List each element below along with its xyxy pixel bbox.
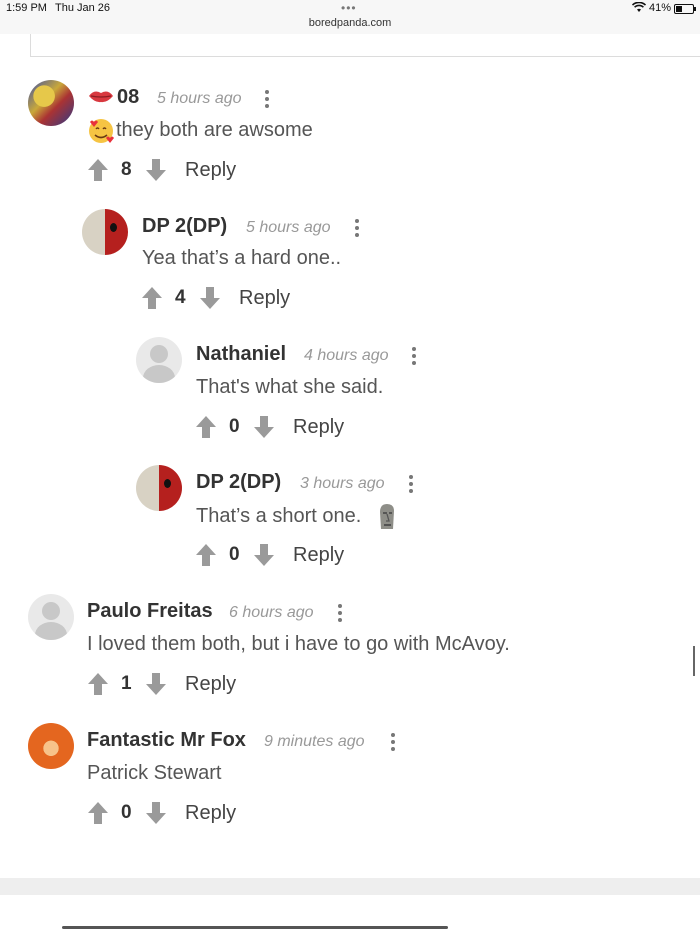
comment-time: 3 hours ago — [300, 475, 385, 492]
lips-emoji-icon — [89, 91, 113, 103]
reply-button[interactable]: Reply — [293, 416, 344, 439]
wifi-icon — [632, 2, 646, 12]
comment-text: I loved them both, but i have to go with… — [87, 633, 510, 655]
comment-text: Yea that’s a hard one.. — [142, 247, 342, 269]
reply-button[interactable]: Reply — [185, 802, 236, 825]
previous-comment-box — [30, 34, 700, 57]
comment-time: 4 hours ago — [304, 347, 389, 364]
reply-button[interactable]: Reply — [239, 287, 290, 310]
vote-score: 0 — [121, 802, 132, 823]
avatar[interactable] — [28, 80, 74, 126]
arrow-up-icon[interactable] — [195, 543, 217, 567]
vote-score: 4 — [175, 287, 186, 308]
moai-emoji-icon — [380, 504, 394, 529]
comment-author[interactable]: DP 2(DP) — [142, 215, 227, 238]
comment-author[interactable]: Nathaniel — [196, 343, 286, 366]
comment-author[interactable]: DP 2(DP) — [196, 471, 281, 494]
reply-button[interactable]: Reply — [185, 673, 236, 696]
comment-author[interactable]: Fantastic Mr Fox — [87, 729, 246, 752]
comment-actions: 0 Reply — [87, 801, 287, 827]
comment-time: 5 hours ago — [157, 90, 242, 107]
comment-author[interactable]: 08 — [117, 86, 139, 109]
arrow-up-icon[interactable] — [87, 801, 109, 825]
comment-time: 6 hours ago — [229, 604, 314, 621]
arrow-down-icon[interactable] — [253, 415, 275, 439]
arrow-up-icon[interactable] — [195, 415, 217, 439]
arrow-down-icon[interactable] — [145, 801, 167, 825]
battery-percent: 41% — [649, 2, 672, 14]
avatar[interactable] — [28, 594, 74, 640]
arrow-up-icon[interactable] — [141, 286, 163, 310]
comment-text: they both are awsome — [116, 119, 313, 141]
comment-time: 9 minutes ago — [264, 733, 365, 750]
comment-actions: 0 Reply — [195, 415, 395, 441]
status-date: Thu Jan 26 — [55, 2, 111, 14]
comment-time: 5 hours ago — [246, 219, 331, 236]
vote-score: 8 — [121, 159, 132, 180]
kebab-menu-icon[interactable] — [338, 604, 342, 625]
battery-icon — [674, 4, 696, 14]
kebab-menu-icon[interactable] — [409, 475, 413, 496]
arrow-up-icon[interactable] — [87, 158, 109, 182]
vote-score: 1 — [121, 673, 132, 694]
smiling-face-with-hearts-emoji-icon — [89, 119, 114, 143]
section-divider — [0, 878, 700, 895]
home-indicator[interactable] — [62, 926, 448, 929]
arrow-down-icon[interactable] — [145, 158, 167, 182]
arrow-down-icon[interactable] — [253, 543, 275, 567]
avatar[interactable] — [28, 723, 74, 769]
arrow-down-icon[interactable] — [199, 286, 221, 310]
comment-text: That's what she said. — [196, 376, 384, 398]
comment-actions: 0 Reply — [195, 543, 395, 569]
status-bar: 1:59 PM Thu Jan 26 ••• boredpanda.com 41… — [0, 0, 700, 34]
kebab-menu-icon[interactable] — [412, 347, 416, 368]
avatar[interactable] — [136, 337, 182, 383]
kebab-menu-icon[interactable] — [391, 733, 395, 754]
reply-button[interactable]: Reply — [185, 159, 236, 182]
multitask-dots-icon[interactable]: ••• — [341, 1, 357, 15]
reply-button[interactable]: Reply — [293, 544, 344, 567]
url-label[interactable]: boredpanda.com — [0, 17, 700, 29]
comment-actions: 8 Reply — [87, 158, 287, 184]
kebab-menu-icon[interactable] — [265, 90, 269, 111]
avatar[interactable] — [136, 465, 182, 511]
status-time: 1:59 PM — [6, 2, 47, 14]
avatar[interactable] — [82, 209, 128, 255]
comment-author[interactable]: Paulo Freitas — [87, 600, 213, 623]
arrow-up-icon[interactable] — [87, 672, 109, 696]
scrollbar[interactable] — [693, 646, 695, 676]
comment-text: Patrick Stewart — [87, 762, 222, 784]
vote-score: 0 — [229, 416, 240, 437]
comment-actions: 1 Reply — [87, 672, 287, 698]
comment-actions: 4 Reply — [141, 286, 341, 312]
vote-score: 0 — [229, 544, 240, 565]
kebab-menu-icon[interactable] — [355, 219, 359, 240]
arrow-down-icon[interactable] — [145, 672, 167, 696]
comment-text: That’s a short one. — [196, 505, 362, 527]
